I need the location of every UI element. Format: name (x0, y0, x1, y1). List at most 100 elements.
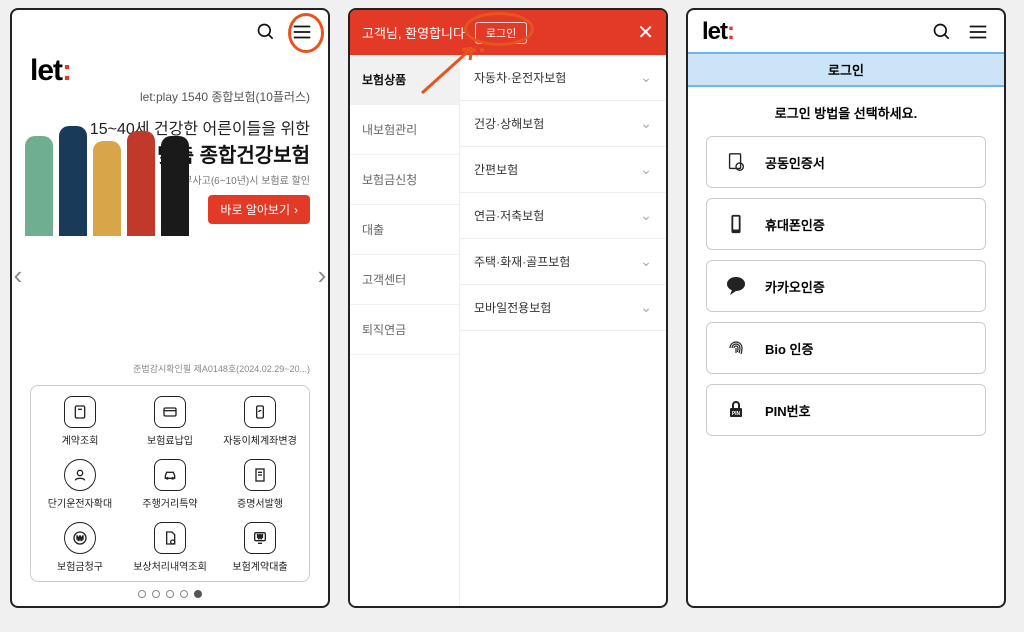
brand-logo: let: (702, 18, 734, 46)
menu-row-label: 자동차·운전자보험 (474, 69, 566, 86)
sidebar-item-products[interactable]: 보험상품 (350, 55, 459, 105)
card-icon (154, 396, 186, 428)
login-method-list: 공동인증서 휴대폰인증 카카오인증 Bio 인증 PIN PIN번호 (688, 136, 1004, 436)
quick-item-autodebit[interactable]: 자동이체계좌변경 (215, 396, 305, 447)
login-method-pin[interactable]: PIN PIN번호 (706, 384, 986, 436)
dot-active[interactable] (194, 590, 202, 598)
carousel-next-button[interactable]: › (314, 260, 330, 290)
menu-row-label: 건강·상해보험 (474, 115, 544, 132)
search-icon[interactable] (254, 20, 278, 44)
menu-row-simple[interactable]: 간편보험 ⌄ (460, 147, 666, 193)
user-icon (64, 459, 96, 491)
brand-logo: let: (12, 48, 328, 88)
phone-icon (723, 211, 749, 237)
menu-header: 고객님, 환영합니다 로그인 ✕ (350, 10, 666, 55)
carousel-prev-button[interactable]: ‹ (10, 260, 26, 290)
login-method-bio[interactable]: Bio 인증 (706, 322, 986, 374)
chevron-down-icon: ⌄ (640, 161, 652, 178)
login-method-label: 휴대폰인증 (765, 215, 825, 234)
quick-item-cert[interactable]: 증명서발행 (215, 459, 305, 510)
login-prompt: 로그인 방법을 선택하세요. (688, 103, 1004, 122)
login-method-label: PIN번호 (765, 401, 811, 420)
login-method-cert[interactable]: 공동인증서 (706, 136, 986, 188)
screen-login: let: 로그인 로그인 방법을 선택하세요. 공동인증서 휴대폰인증 카카오인… (686, 8, 1006, 608)
chevron-right-icon: › (294, 203, 298, 217)
dot[interactable] (152, 590, 160, 598)
file-plus-icon (154, 522, 186, 554)
sidebar-item-pension[interactable]: 퇴직연금 (350, 305, 459, 355)
menu-row-savings[interactable]: 연금·저축보험 ⌄ (460, 193, 666, 239)
quick-item-loan[interactable]: ₩ 보험계약대출 (215, 522, 305, 573)
login-title-bar: 로그인 (688, 52, 1004, 87)
menu-row-auto[interactable]: 자동차·운전자보험 ⌄ (460, 55, 666, 101)
won-icon: ₩ (64, 522, 96, 554)
annotation-dots (464, 48, 484, 52)
login-method-label: 공동인증서 (765, 153, 825, 172)
greeting-text: 고객님, 환영합니다 (362, 23, 465, 42)
hamburger-menu-icon[interactable] (966, 20, 990, 44)
quick-label: 보험계약대출 (232, 558, 287, 573)
sidebar-item-myinsurance[interactable]: 내보험관리 (350, 105, 459, 155)
sidebar-item-loan[interactable]: 대출 (350, 205, 459, 255)
menu-row-label: 연금·저축보험 (474, 207, 544, 224)
login-header: let: (688, 10, 1004, 46)
quick-item-contract[interactable]: 계약조회 (35, 396, 125, 447)
carousel-dots (12, 590, 328, 598)
menu-row-label: 주택·화재·골프보험 (474, 253, 570, 270)
svg-text:₩: ₩ (77, 536, 84, 543)
svg-text:PIN: PIN (732, 411, 741, 417)
quick-label: 보험료납입 (147, 432, 193, 447)
document-icon (64, 396, 96, 428)
sidebar-item-claim[interactable]: 보험금신청 (350, 155, 459, 205)
menu-row-label: 간편보험 (474, 161, 518, 178)
compliance-fineprint: 준법감시확인필 제A0148호(2024.02.29~20...) (12, 362, 328, 379)
search-icon[interactable] (930, 20, 954, 44)
quick-label: 보상처리내역조회 (133, 558, 207, 573)
monitor-won-icon: ₩ (244, 522, 276, 554)
menu-list: 자동차·운전자보험 ⌄ 건강·상해보험 ⌄ 간편보험 ⌄ 연금·저축보험 ⌄ 주택·화재… (460, 55, 666, 606)
quick-label: 단기운전자확대 (48, 495, 112, 510)
certificate-icon (723, 149, 749, 175)
quick-item-payment[interactable]: 보험료납입 (125, 396, 215, 447)
chevron-down-icon: ⌄ (640, 115, 652, 132)
lock-pin-icon: PIN (723, 397, 749, 423)
chat-bubble-icon (723, 273, 749, 299)
dot[interactable] (138, 590, 146, 598)
dot[interactable] (166, 590, 174, 598)
menu-row-health[interactable]: 건강·상해보험 ⌄ (460, 101, 666, 147)
dot[interactable] (180, 590, 188, 598)
quick-label: 주행거리특약 (142, 495, 197, 510)
brand-name: let (702, 18, 727, 45)
home-header (12, 10, 328, 48)
login-method-kakao[interactable]: 카카오인증 (706, 260, 986, 312)
quick-label: 보험금청구 (57, 558, 103, 573)
svg-text:₩: ₩ (257, 535, 262, 541)
menu-row-mobile[interactable]: 모바일전용보험⌄ (460, 285, 666, 331)
login-method-phone[interactable]: 휴대폰인증 (706, 198, 986, 250)
menu-row-label: 모바일전용보험 (474, 299, 551, 316)
close-icon[interactable]: ✕ (637, 20, 654, 45)
login-method-label: 카카오인증 (765, 277, 825, 296)
sidebar-item-cs[interactable]: 고객센터 (350, 255, 459, 305)
login-method-label: Bio 인증 (765, 339, 813, 358)
hero-cta-button[interactable]: 바로 알아보기 › (208, 195, 310, 224)
chevron-down-icon: ⌄ (640, 253, 652, 270)
hero-cta-label: 바로 알아보기 (220, 201, 290, 218)
hamburger-menu-icon[interactable] (290, 20, 314, 44)
hero-illustration (22, 106, 192, 236)
quick-item-claim[interactable]: ₩ 보험금청구 (35, 522, 125, 573)
quick-item-mileage[interactable]: 주행거리특약 (125, 459, 215, 510)
login-button[interactable]: 로그인 (475, 22, 527, 44)
chevron-down-icon: ⌄ (640, 69, 652, 86)
quick-item-driver[interactable]: 단기운전자확대 (35, 459, 125, 510)
brand-colon: : (727, 18, 734, 45)
brand-name: let (30, 54, 62, 87)
phone-sync-icon (244, 396, 276, 428)
chevron-down-icon: ⌄ (640, 207, 652, 224)
quick-label: 자동이체계좌변경 (223, 432, 297, 447)
hero-banner: 15~40세 건강한 어른이들을 위한 맞춤 종합건강보험 매년 무사고(6~1… (12, 111, 328, 232)
menu-row-home[interactable]: 주택·화재·골프보험 ⌄ (460, 239, 666, 285)
quick-label: 계약조회 (62, 432, 99, 447)
quick-item-claimhistory[interactable]: 보상처리내역조회 (125, 522, 215, 573)
brand-colon: : (62, 54, 71, 87)
